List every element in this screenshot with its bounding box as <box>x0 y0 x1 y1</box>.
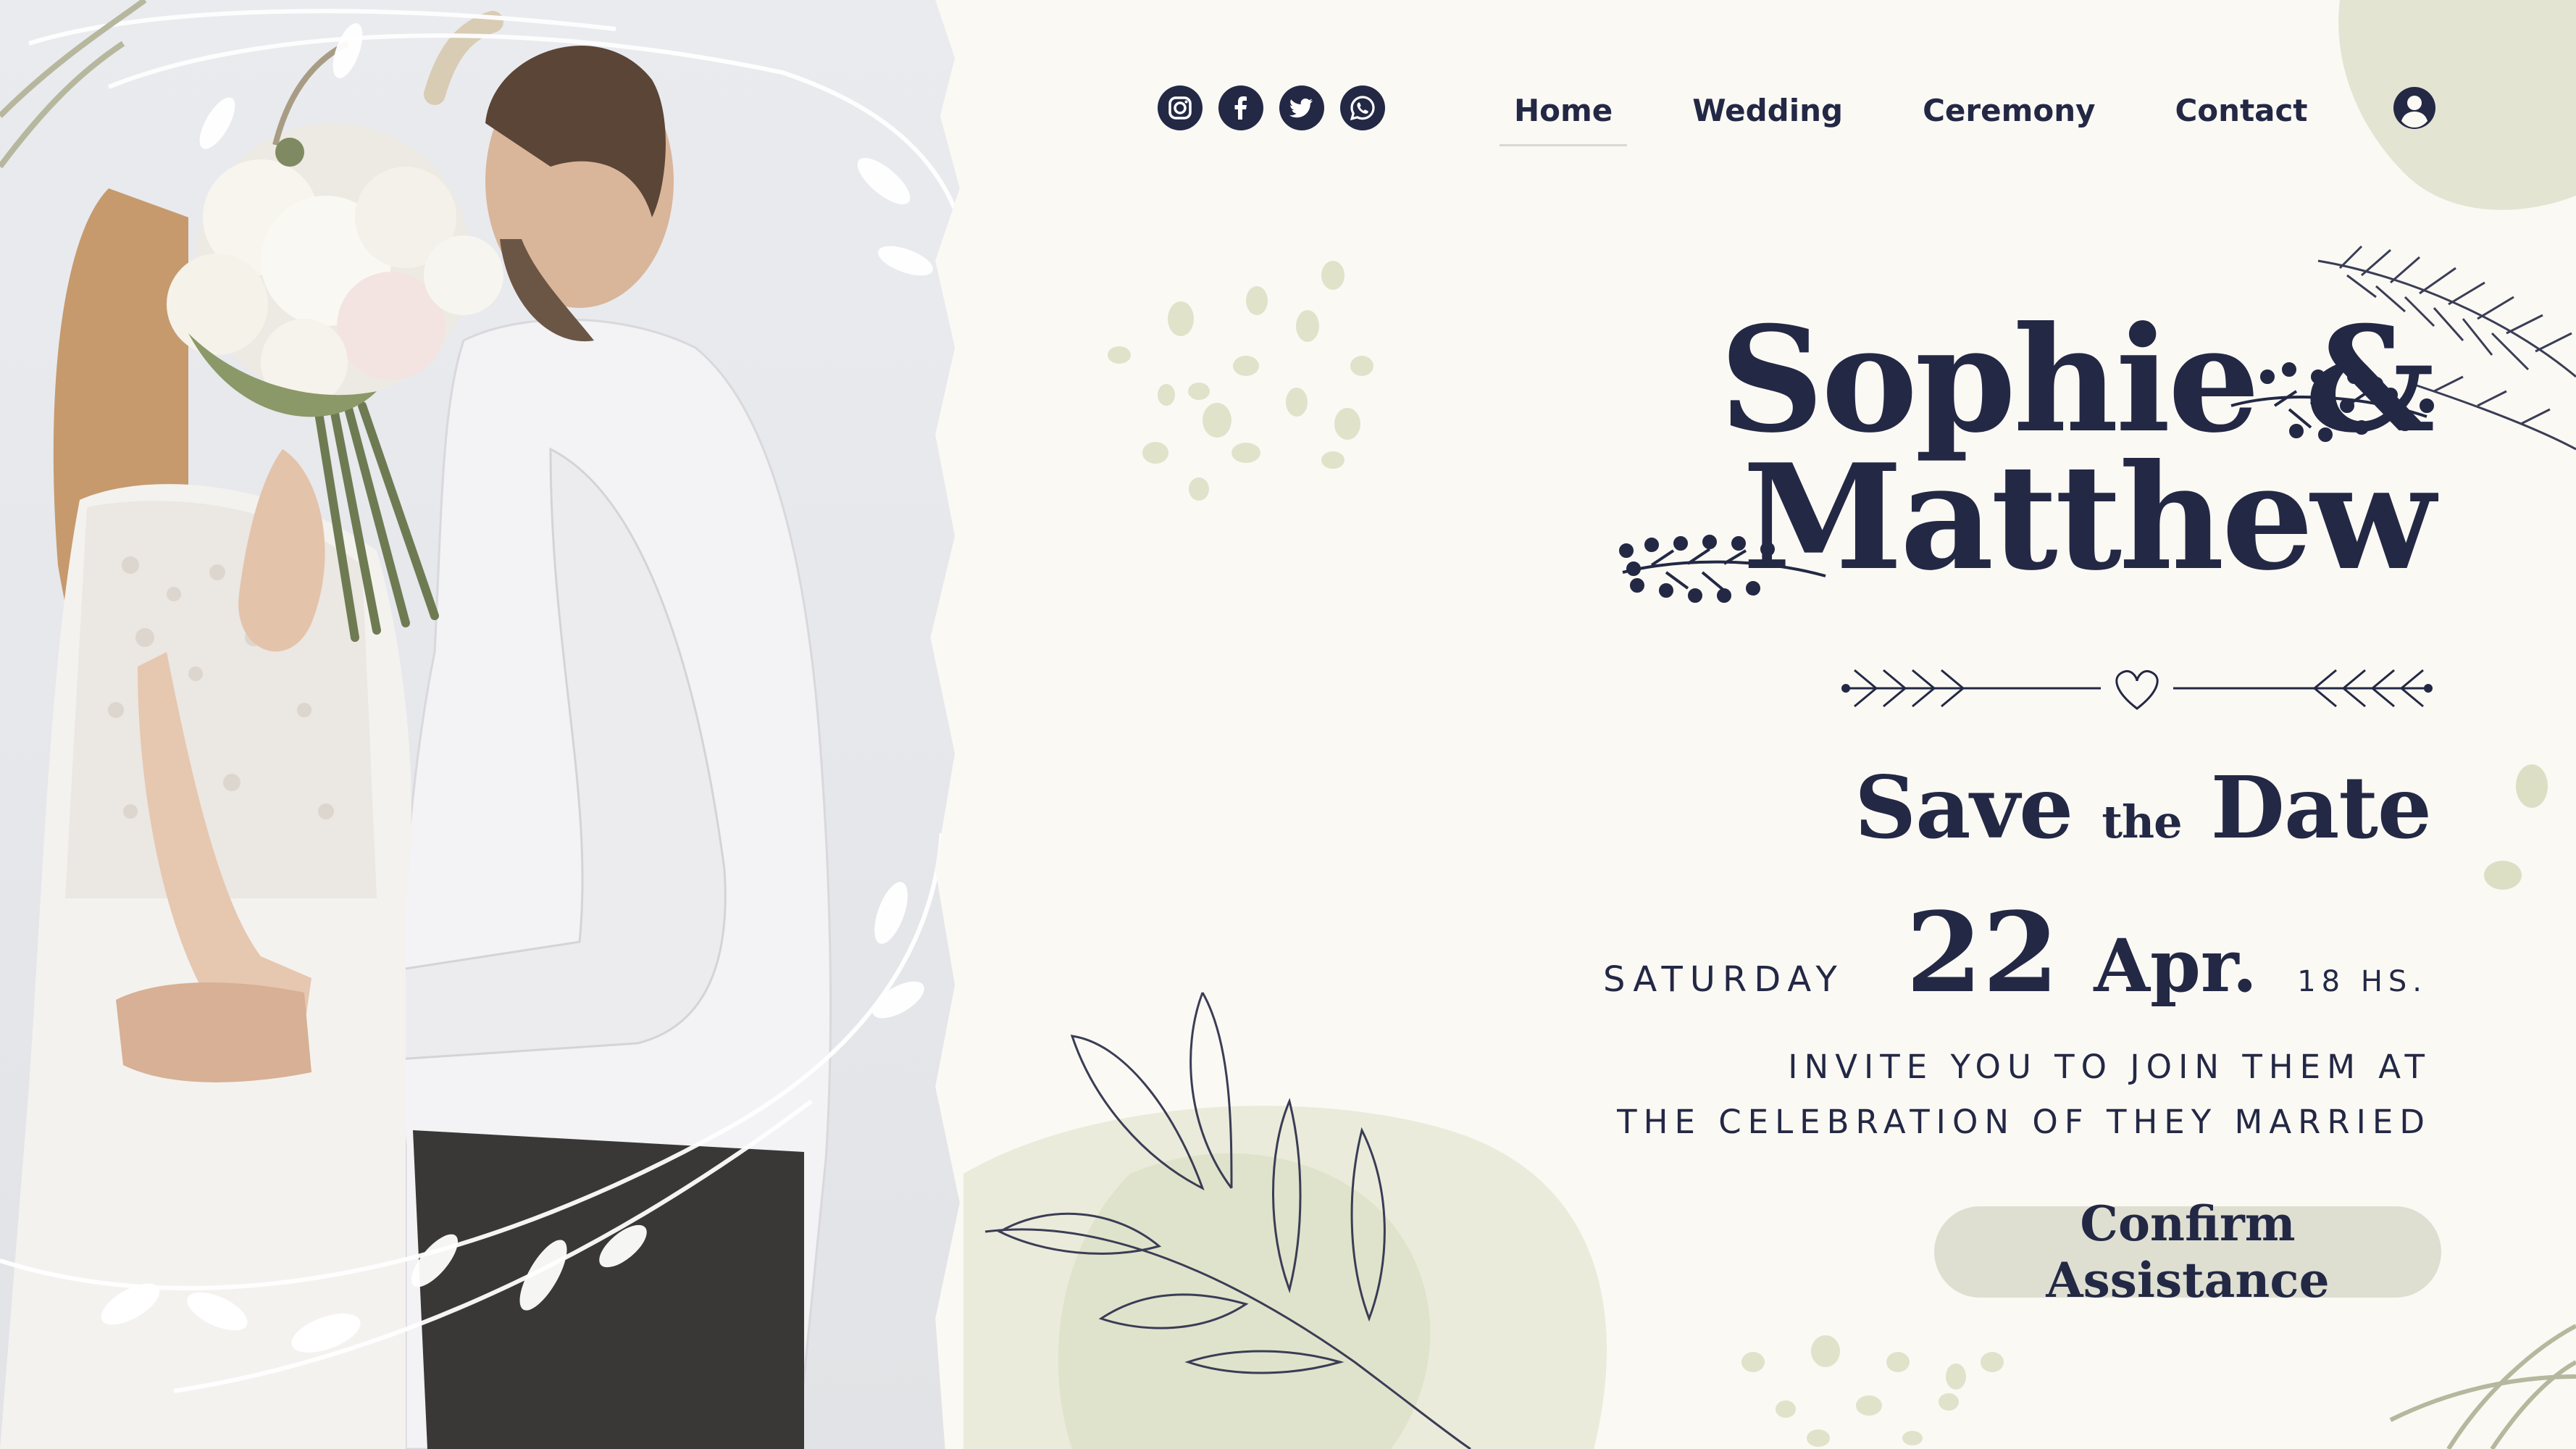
couple-names: Sophie & Matthew <box>1719 308 2435 603</box>
twitter-icon[interactable] <box>1279 85 1324 130</box>
main-nav: Home Wedding Ceremony Contact <box>1500 87 2372 146</box>
the-word: the <box>2102 796 2182 848</box>
event-date: SATURDAY 22 Apr. 18 HS. <box>1603 888 2427 1017</box>
invite-line-1: INVITE YOU TO JOIN THEM AT <box>1788 1048 2431 1086</box>
couple-illustration <box>0 0 960 1449</box>
save-the-date-heading: Save the Date <box>1854 757 2432 858</box>
confirm-assistance-button[interactable]: Confirm Assistance <box>1934 1195 2441 1308</box>
save-word: Save <box>1854 757 2073 858</box>
instagram-icon[interactable] <box>1158 85 1203 130</box>
month: Apr. <box>2094 923 2258 1009</box>
nav-ceremony[interactable]: Ceremony <box>1908 87 2109 146</box>
facebook-icon[interactable] <box>1218 85 1263 130</box>
nav-contact[interactable]: Contact <box>2160 87 2322 146</box>
social-links <box>1158 85 1385 130</box>
event-time: 18 HS. <box>2297 965 2427 998</box>
name-line-2: Matthew <box>1742 433 2435 603</box>
nav-wedding[interactable]: Wedding <box>1678 87 1857 146</box>
wedding-photo <box>0 0 960 1449</box>
invite-line-2: THE CELEBRATION OF THEY MARRIED <box>1617 1103 2431 1141</box>
whatsapp-icon[interactable] <box>1340 85 1385 130</box>
nav-home[interactable]: Home <box>1500 87 1628 146</box>
invitation-text: INVITE YOU TO JOIN THEM AT THE CELEBRATI… <box>1617 1040 2431 1150</box>
weekday: SATURDAY <box>1603 959 1844 1000</box>
day-number: 22 <box>1905 888 2059 1017</box>
user-account-icon[interactable] <box>2392 85 2437 130</box>
date-word: Date <box>2210 757 2432 858</box>
